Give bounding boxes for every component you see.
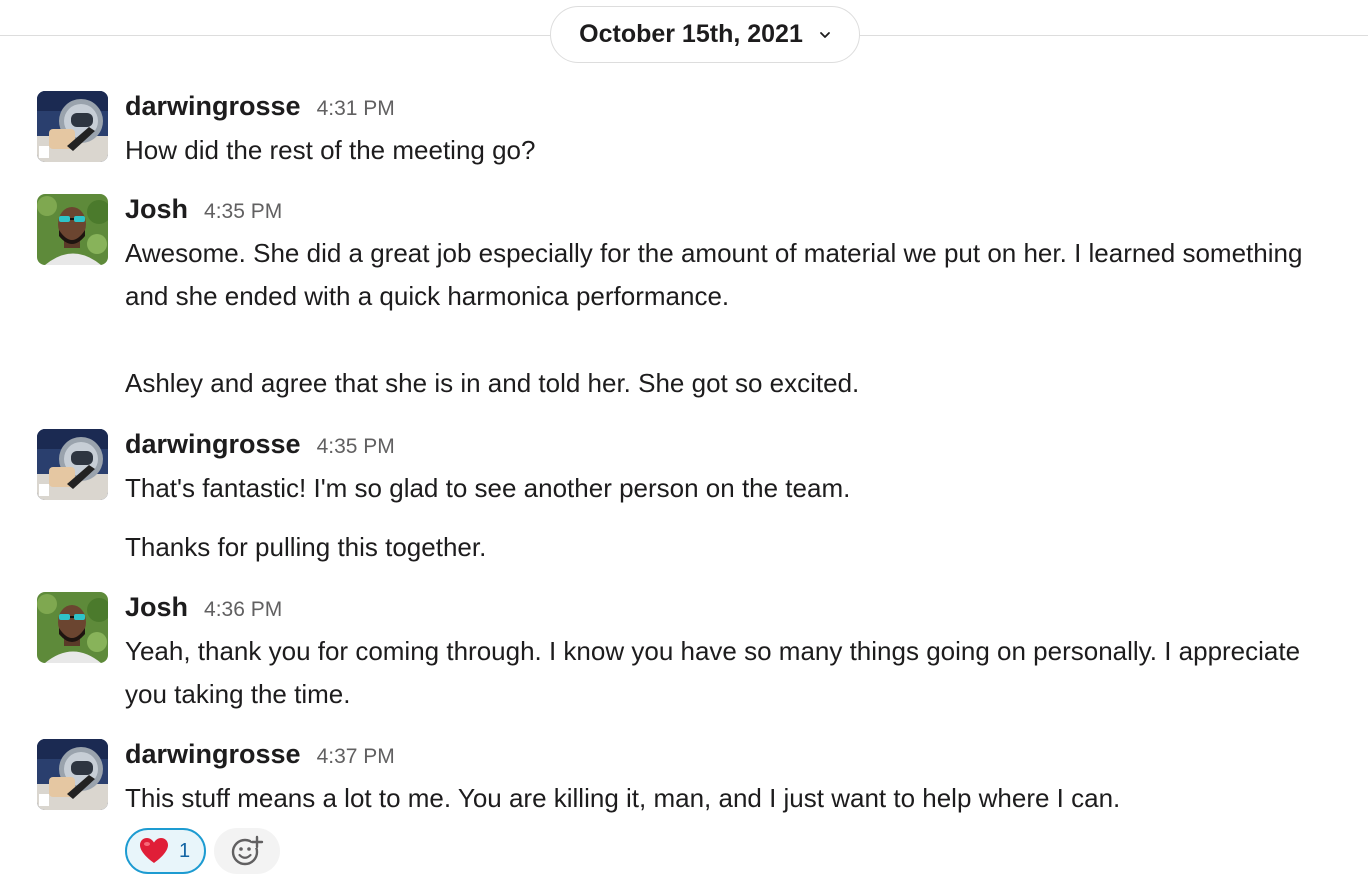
- message-text: Awesome. She did a great job especially …: [125, 238, 1303, 311]
- heart-icon: [140, 838, 168, 863]
- message-body: That's fantastic! I'm so glad to see ano…: [125, 467, 1328, 569]
- avatar[interactable]: [37, 91, 108, 162]
- message-timestamp[interactable]: 4:35 PM: [317, 435, 395, 459]
- message-author[interactable]: Josh: [125, 592, 188, 623]
- message-author[interactable]: darwingrosse: [125, 429, 301, 460]
- message-text: Ashley and agree that she is in and told…: [125, 368, 860, 398]
- user-photo-josh: [37, 592, 108, 663]
- message-body: Awesome. She did a great job especially …: [125, 232, 1328, 405]
- message-body: Yeah, thank you for coming through. I kn…: [125, 630, 1328, 716]
- message-text: Yeah, thank you for coming through. I kn…: [125, 636, 1301, 709]
- channel-message-pane: October 15th, 2021 darwingrosse 4:31 PM: [0, 0, 1368, 894]
- avatar[interactable]: [37, 739, 108, 810]
- message-author[interactable]: darwingrosse: [125, 91, 301, 122]
- message-text: This stuff means a lot to me. You are ki…: [125, 783, 1121, 813]
- reaction-count: 1: [179, 839, 191, 862]
- message-body: This stuff means a lot to me. You are ki…: [125, 777, 1328, 820]
- message-text: How did the rest of the meeting go?: [125, 135, 536, 165]
- message-text: Thanks for pulling this together.: [125, 532, 487, 562]
- avatar[interactable]: [37, 194, 108, 265]
- message-text: That's fantastic! I'm so glad to see ano…: [125, 473, 851, 503]
- add-reaction-button[interactable]: [214, 828, 281, 874]
- reaction-bar: 1: [125, 828, 1328, 874]
- message-author[interactable]: darwingrosse: [125, 739, 301, 770]
- avatar[interactable]: [37, 592, 108, 663]
- avatar[interactable]: [37, 429, 108, 500]
- user-photo-josh: [37, 194, 108, 265]
- chevron-down-icon: [819, 31, 830, 38]
- message-body: How did the rest of the meeting go?: [125, 129, 1328, 172]
- add-emoji-icon: [231, 835, 264, 866]
- heart-reaction-button[interactable]: 1: [125, 828, 207, 874]
- message-author[interactable]: Josh: [125, 194, 188, 225]
- user-photo-darwingrosse: [37, 429, 108, 500]
- date-label: October 15th, 2021: [579, 20, 803, 48]
- message-timestamp[interactable]: 4:37 PM: [317, 745, 395, 769]
- message-timestamp[interactable]: 4:31 PM: [317, 97, 395, 121]
- date-jump-button[interactable]: October 15th, 2021: [550, 6, 860, 63]
- message-timestamp[interactable]: 4:36 PM: [204, 598, 282, 622]
- user-photo-darwingrosse: [37, 739, 108, 810]
- message-timestamp[interactable]: 4:35 PM: [204, 200, 282, 224]
- user-photo-darwingrosse: [37, 91, 108, 162]
